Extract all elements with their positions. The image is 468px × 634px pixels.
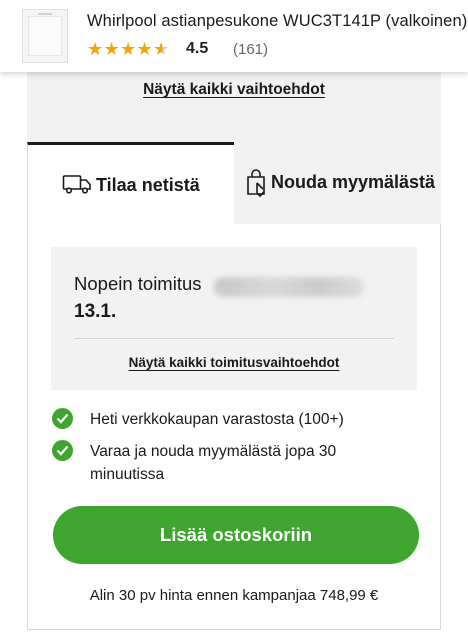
- star-icon: ★: [103, 39, 120, 59]
- delivery-date: 13.1.: [74, 301, 117, 322]
- star-icon: ★: [87, 39, 104, 59]
- star-icon: ★: [120, 39, 137, 59]
- show-all-delivery-options-link[interactable]: Näytä kaikki toimitusvaihtoehdot: [51, 355, 417, 370]
- rating-value: 4.5: [186, 40, 209, 57]
- feature-reserve-pickup: Varaa ja nouda myymälästä jopa 30 minuut…: [90, 443, 337, 483]
- tab-store-pickup[interactable]: Nouda myymälästä: [234, 142, 441, 225]
- tab-store-pickup-label: Nouda myymälästä: [271, 172, 436, 192]
- store-pickup-icon: [245, 169, 269, 204]
- star-icon: ★: [136, 39, 153, 59]
- tab-order-online-label: Tilaa netistä: [96, 175, 200, 195]
- divider: [74, 338, 394, 339]
- review-count[interactable]: (161): [233, 41, 268, 58]
- product-header: Whirlpool astianpesukone WUC3T141P (valk…: [0, 0, 468, 72]
- dishwasher-handle-icon: [38, 13, 52, 15]
- half-star-icon: ★: [153, 39, 170, 59]
- check-circle-icon: [52, 408, 73, 429]
- options-area: [27, 60, 441, 145]
- blurred-location: [214, 277, 364, 297]
- lowest-price-note: Alin 30 pv hinta ennen kampanjaa 748,99 …: [89, 587, 379, 604]
- check-circle-icon: [52, 440, 73, 461]
- add-to-cart-button[interactable]: Lisää ostoskoriin: [53, 506, 419, 564]
- product-thumbnail[interactable]: [22, 9, 68, 63]
- truck-icon: [62, 173, 92, 200]
- product-title: Whirlpool astianpesukone WUC3T141P (valk…: [87, 12, 468, 30]
- feature-in-stock: Heti verkkokaupan varastosta (100+): [90, 411, 344, 428]
- tab-order-online[interactable]: Tilaa netistä: [27, 142, 234, 226]
- fastest-delivery-label: Nopein toimitus: [74, 273, 202, 294]
- show-all-options-link[interactable]: Näytä kaikki vaihtoehdot: [0, 81, 468, 99]
- dishwasher-door-icon: [28, 16, 62, 56]
- rating-stars[interactable]: ★ ★ ★ ★ ★: [87, 38, 170, 60]
